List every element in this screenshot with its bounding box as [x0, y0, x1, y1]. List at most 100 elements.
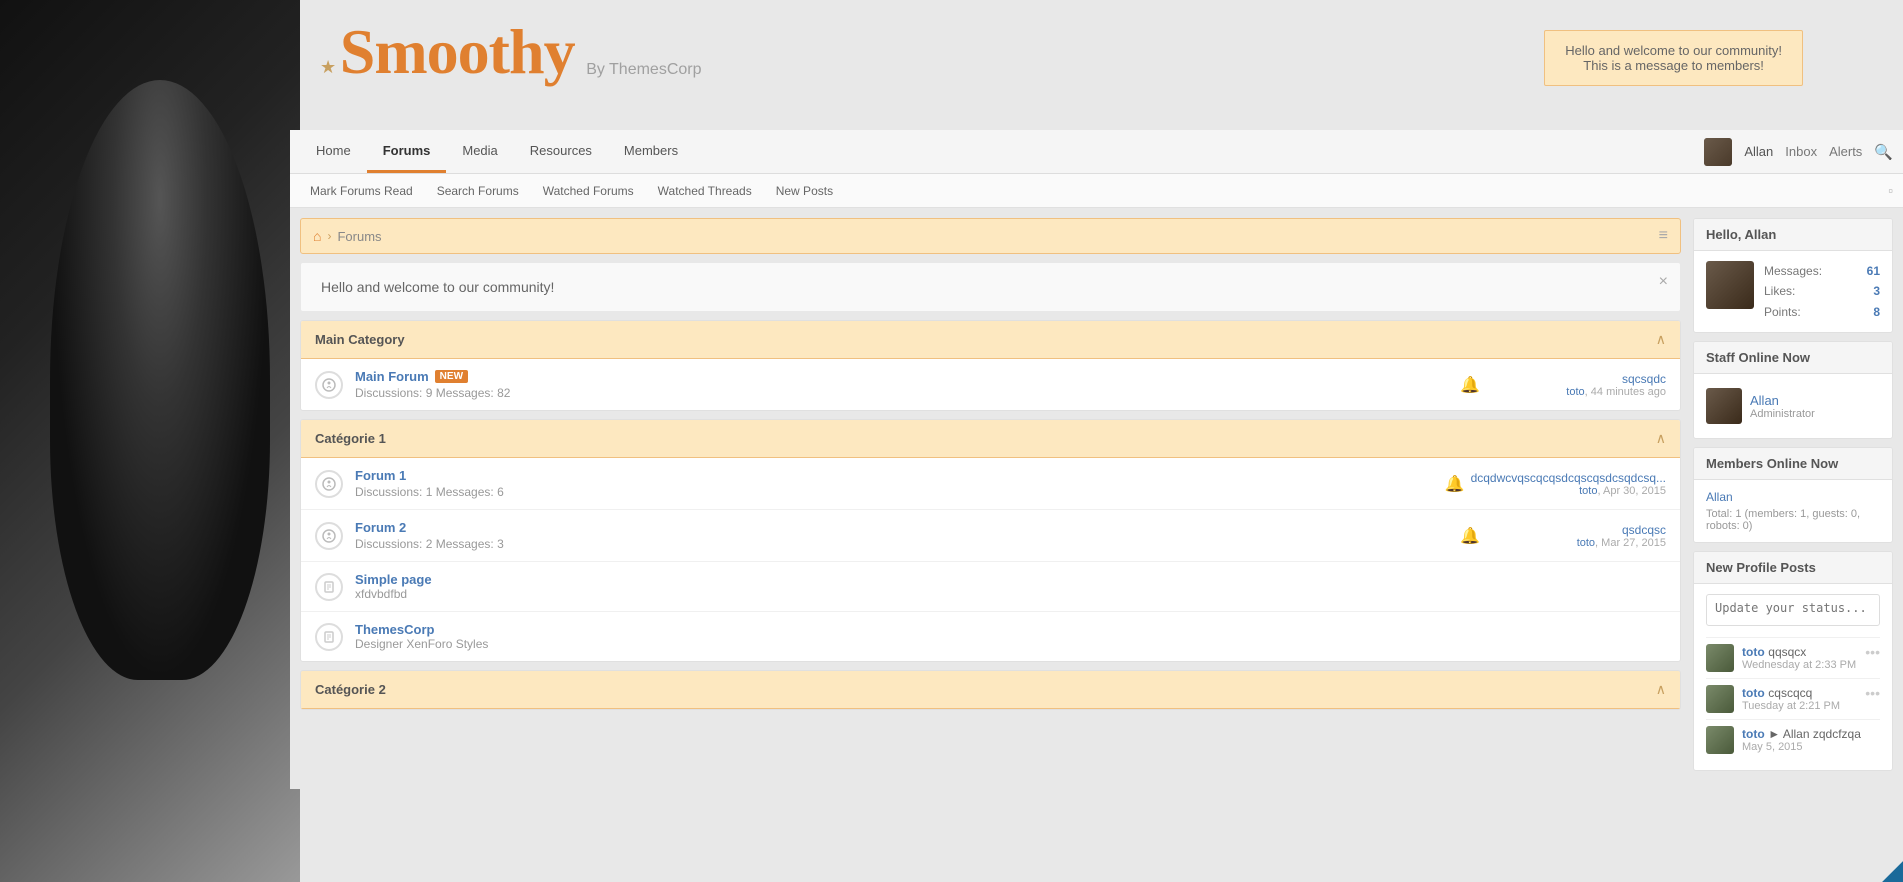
forum-latest-time: 44 minutes ago [1591, 386, 1666, 398]
nav-alerts-link[interactable]: Alerts [1829, 144, 1862, 159]
forum-info-main: Main Forum NEW Discussions: 9 Messages: … [355, 369, 1448, 400]
sub-nav-new-posts[interactable]: New Posts [766, 178, 843, 204]
nav-tabs: Home Forums Media Resources Members [300, 131, 1704, 173]
sidebar-staff-info: Allan Administrator [1750, 393, 1815, 420]
forum-new-badge: NEW [435, 370, 468, 383]
nav-tab-forums[interactable]: Forums [367, 131, 447, 173]
forum-latest-thread[interactable]: sqcsqdc [1486, 372, 1666, 386]
page-sub-simple: xfdvbdfbd [355, 587, 1666, 601]
category-cat2-header: Catégorie 2 ∧ [301, 671, 1680, 709]
forum-stats-forum1: Discussions: 1 Messages: 6 [355, 485, 1433, 499]
forum2-messages: 3 [497, 537, 504, 551]
sidebar-hello-title: Hello, Allan [1694, 219, 1892, 251]
category-cat2-title: Catégorie 2 [315, 682, 386, 697]
forum-name-forum2[interactable]: Forum 2 [355, 520, 1448, 535]
sidebar-post3-time: May 5, 2015 [1742, 741, 1880, 753]
sidebar-staff-title: Staff Online Now [1694, 342, 1892, 374]
sub-nav-search[interactable]: Search Forums [427, 178, 529, 204]
forum-latest-meta: toto, 44 minutes ago [1486, 386, 1666, 398]
forum-stats-forum2: Discussions: 2 Messages: 3 [355, 537, 1448, 551]
forum1-latest-user[interactable]: toto [1579, 485, 1597, 497]
sidebar-post3-username[interactable]: toto [1742, 727, 1765, 741]
welcome-banner: Hello and welcome to our community! × [300, 262, 1681, 312]
sub-nav-watched-forums[interactable]: Watched Forums [533, 178, 644, 204]
forum2-latest-info: qsdcqsc toto, Mar 27, 2015 [1486, 523, 1666, 549]
forum1-messages: 6 [497, 485, 504, 499]
nav-tab-members[interactable]: Members [608, 131, 694, 173]
breadcrumb-current: Forums [337, 229, 381, 244]
forum2-latest-icon: 🔔 [1460, 526, 1480, 546]
nav-inbox-link[interactable]: Inbox [1785, 144, 1817, 159]
forum-latest-main: 🔔 sqcsqdc toto, 44 minutes ago [1460, 372, 1666, 398]
forum2-latest-thread[interactable]: qsdcqsc [1486, 523, 1666, 537]
forum-row-forum2: Forum 2 Discussions: 2 Messages: 3 🔔 qsd… [301, 510, 1680, 562]
page-icon-themescorp [315, 623, 343, 651]
welcome-banner-close[interactable]: × [1659, 273, 1668, 291]
sidebar-hello-user: Messages: 61 Likes: 3 Points: 8 [1706, 261, 1880, 322]
page-icon-simple [315, 573, 343, 601]
welcome-banner-text: Hello and welcome to our community! [321, 279, 1660, 295]
sub-nav-watched-threads[interactable]: Watched Threads [648, 178, 762, 204]
forum-name-main[interactable]: Main Forum NEW [355, 369, 1448, 384]
welcome-message-box: Hello and welcome to our community! This… [1544, 30, 1803, 86]
category-main-toggle[interactable]: ∧ [1656, 331, 1666, 348]
sidebar-points-label: Points: [1764, 302, 1801, 322]
sidebar-post1-menu[interactable]: ••• [1865, 644, 1880, 660]
nav-tab-media[interactable]: Media [446, 131, 513, 173]
sidebar-profile-post-1: toto qqsqcx Wednesday at 2:33 PM ••• [1706, 637, 1880, 678]
sidebar-post2-menu[interactable]: ••• [1865, 685, 1880, 701]
sidebar-post2-username[interactable]: toto [1742, 686, 1765, 700]
sidebar-staff-name[interactable]: Allan [1750, 393, 1815, 408]
nav-tab-home[interactable]: Home [300, 131, 367, 173]
page-name-themescorp[interactable]: ThemesCorp [355, 622, 1666, 637]
category-cat1-toggle[interactable]: ∧ [1656, 430, 1666, 447]
brand-name[interactable]: Smoothy [340, 16, 575, 87]
forum2-latest-user[interactable]: toto [1577, 537, 1595, 549]
sidebar-post1-text: qqsqcx [1768, 645, 1806, 659]
forum1-latest-time: Apr 30, 2015 [1603, 485, 1666, 497]
welcome-line1: Hello and welcome to our community! [1565, 43, 1782, 58]
sidebar-post2-text: cqscqcq [1768, 686, 1812, 700]
forum1-name-text: Forum 1 [355, 468, 406, 483]
category-cat2-toggle[interactable]: ∧ [1656, 681, 1666, 698]
forum-latest-forum1: 🔔 dcqdwcvqscqcqsdcqscqsdcsqdcsq... toto,… [1445, 471, 1666, 497]
sidebar-user-avatar [1706, 261, 1754, 309]
main-column: ⌂ › Forums ≡ Hello and welcome to our co… [300, 218, 1681, 779]
sidebar-post1-username[interactable]: toto [1742, 645, 1765, 659]
sub-nav-mark-read[interactable]: Mark Forums Read [300, 178, 423, 204]
nav-search-icon[interactable]: 🔍 [1874, 143, 1893, 161]
nav-tab-resources[interactable]: Resources [514, 131, 608, 173]
breadcrumb-menu-icon[interactable]: ≡ [1659, 227, 1668, 245]
breadcrumb: ⌂ › Forums ≡ [300, 218, 1681, 254]
forum-row-main: Main Forum NEW Discussions: 9 Messages: … [301, 359, 1680, 410]
welcome-line2: This is a message to members! [1565, 58, 1782, 73]
content-area: ⌂ › Forums ≡ Hello and welcome to our co… [290, 208, 1903, 789]
sidebar-post2-content: toto cqscqcq Tuesday at 2:21 PM [1742, 685, 1857, 712]
sidebar-staff-avatar [1706, 388, 1742, 424]
sidebar-staff-card: Staff Online Now Allan Administrator [1693, 341, 1893, 439]
forum1-latest-thread[interactable]: dcqdwcvqscqcqsdcqscqsdcsqdcsq... [1471, 471, 1666, 485]
sidebar-post3-content: toto ► Allan zqdcfzqa May 5, 2015 [1742, 726, 1880, 753]
page-row-themescorp: ThemesCorp Designer XenForo Styles [301, 612, 1680, 661]
sidebar-members-list[interactable]: Allan [1706, 490, 1880, 504]
page-info-simple: Simple page xfdvbdfbd [355, 572, 1666, 601]
forum-name-forum1[interactable]: Forum 1 [355, 468, 1433, 483]
forum-latest-user[interactable]: toto [1566, 386, 1584, 398]
forum-messages: 82 [497, 386, 510, 400]
sidebar-post1-time: Wednesday at 2:33 PM [1742, 659, 1857, 671]
nav-username[interactable]: Allan [1744, 144, 1773, 159]
sidebar-post2-time: Tuesday at 2:21 PM [1742, 700, 1857, 712]
sub-nav: Mark Forums Read Search Forums Watched F… [290, 174, 1903, 208]
sidebar-likes-row: Likes: 3 [1764, 281, 1880, 301]
sidebar-staff-member: Allan Administrator [1706, 384, 1880, 428]
category-main: Main Category ∧ Main Forum [300, 320, 1681, 411]
main-container: Home Forums Media Resources Members Alla… [290, 0, 1903, 882]
page-name-simple[interactable]: Simple page [355, 572, 1666, 587]
sidebar-members-body: Allan Total: 1 (members: 1, guests: 0, r… [1694, 480, 1892, 542]
sidebar-status-input[interactable] [1706, 594, 1880, 626]
forum-icon-main [315, 371, 343, 399]
sidebar-members-card: Members Online Now Allan Total: 1 (membe… [1693, 447, 1893, 543]
forum-latest-info: sqcsqdc toto, 44 minutes ago [1486, 372, 1666, 398]
nav-user-avatar [1704, 138, 1732, 166]
breadcrumb-home-icon[interactable]: ⌂ [313, 228, 321, 244]
